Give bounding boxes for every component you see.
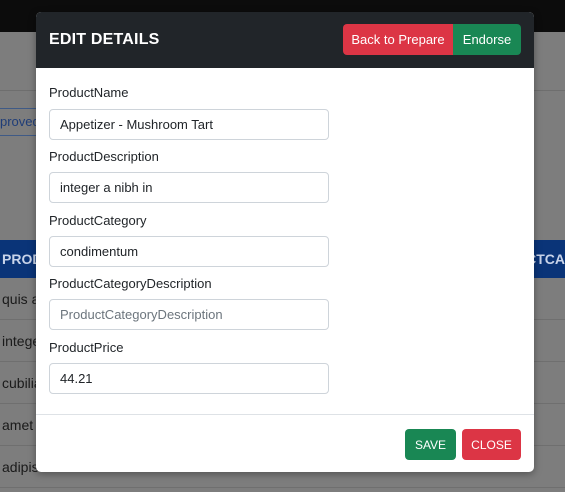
product-name-input[interactable] <box>49 109 329 140</box>
endorse-button[interactable]: Endorse <box>453 24 521 55</box>
close-button[interactable]: CLOSE <box>462 429 521 460</box>
edit-details-modal: EDIT DETAILS Back to Prepare Endorse Pro… <box>36 12 534 472</box>
save-button[interactable]: SAVE <box>405 429 456 460</box>
product-description-label: ProductDescription <box>49 149 159 164</box>
product-description-input[interactable] <box>49 172 329 203</box>
modal-title: EDIT DETAILS <box>49 31 160 48</box>
product-price-label: ProductPrice <box>49 340 124 355</box>
modal-header: EDIT DETAILS Back to Prepare Endorse <box>36 12 534 68</box>
modal-footer: SAVE CLOSE <box>36 414 534 472</box>
product-category-input[interactable] <box>49 236 329 267</box>
modal-body: ProductName ProductDescription ProductCa… <box>36 68 534 414</box>
product-category-description-label: ProductCategoryDescription <box>49 276 212 291</box>
product-name-label: ProductName <box>49 85 129 100</box>
product-category-label: ProductCategory <box>49 213 147 228</box>
product-category-description-input[interactable] <box>49 299 329 330</box>
product-price-input[interactable] <box>49 363 329 394</box>
back-to-prepare-button[interactable]: Back to Prepare <box>343 24 453 55</box>
